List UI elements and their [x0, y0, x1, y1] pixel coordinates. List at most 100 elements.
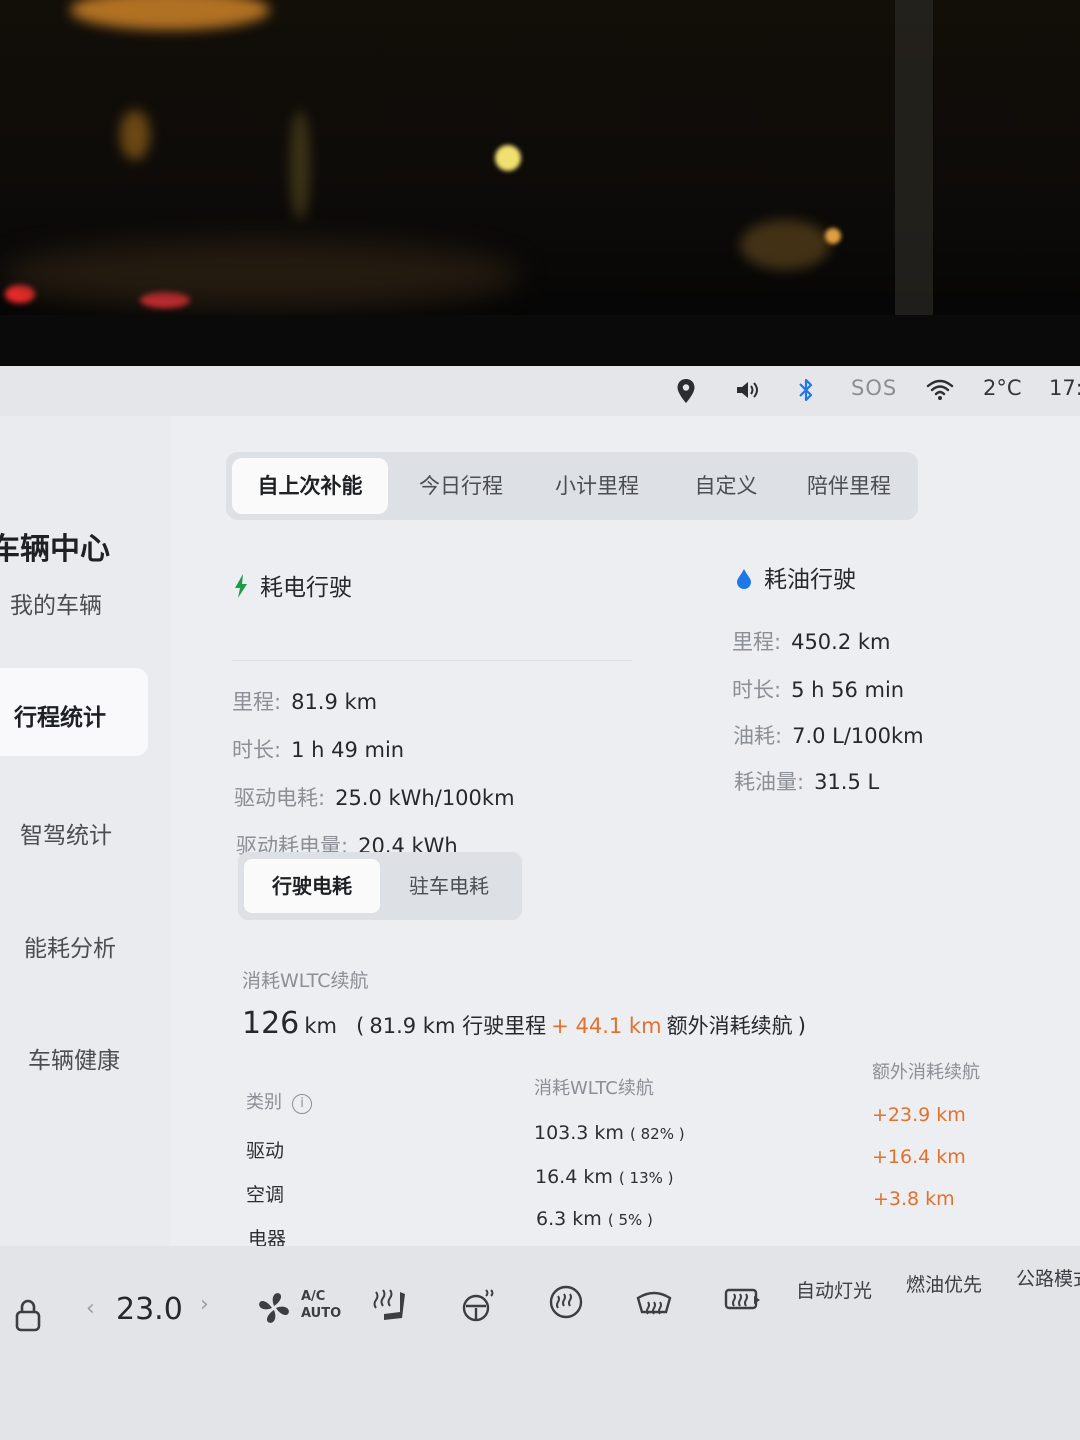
tab-subtotal[interactable]: 小计里程 [532, 458, 662, 514]
label: 油耗: [733, 724, 783, 748]
open-paren: ( [356, 1014, 365, 1038]
wltc-extra-value: + 44.1 km [551, 1014, 662, 1038]
outside-temperature: 2°C [983, 376, 1022, 400]
page-title: 车辆中心 [0, 532, 110, 567]
label: 驱动电耗: [234, 786, 326, 810]
rear-defrost-icon[interactable] [722, 1282, 762, 1322]
steering-wheel-heat-icon[interactable] [460, 1286, 496, 1330]
auto-headlights-button[interactable]: 自动灯光 [796, 1276, 872, 1303]
wltc-unit: km [304, 1014, 337, 1038]
table-row-appliance-extra: +3.8 km [873, 1188, 955, 1210]
wltc-percent: ( 5% ) [607, 1211, 653, 1229]
cabin-temperature: 23.0 [116, 1292, 183, 1327]
sidebar-item-vehicle-health[interactable]: 车辆健康 [28, 1041, 120, 1075]
sos-button[interactable]: SOS [851, 376, 897, 400]
sidebar-item-trip-stats[interactable]: 行程统计 [0, 668, 148, 756]
fuel-amount-used: 耗油量: 31.5 L [734, 766, 879, 796]
volume-icon[interactable] [735, 380, 761, 405]
value: 450.2 km [791, 630, 891, 654]
value: 1 h 49 min [291, 738, 405, 762]
front-defrost-icon[interactable] [634, 1290, 674, 1328]
value: 31.5 L [814, 770, 880, 794]
label: 时长: [732, 678, 782, 702]
wltc-total: 126 [242, 1006, 300, 1041]
wltc-value: 16.4 km [535, 1166, 613, 1188]
label: 里程: [232, 690, 282, 714]
info-icon[interactable]: i [292, 1094, 312, 1114]
tab-driving-consumption[interactable]: 行驶电耗 [244, 859, 380, 913]
car-display: SOS 2°C 17: 车辆中心 我的车辆 行程统计 智驾统计 能耗分析 车辆健… [0, 366, 1080, 1440]
ac-auto-button[interactable]: A/C AUTO [301, 1288, 341, 1322]
sidebar: 车辆中心 我的车辆 行程统计 智驾统计 能耗分析 车辆健康 [0, 416, 170, 1286]
period-tabs: 自上次补能 今日行程 小计里程 自定义 陪伴里程 [226, 452, 918, 520]
lock-icon[interactable] [14, 1298, 42, 1336]
wltc-label: 消耗WLTC续航 [242, 970, 369, 992]
tab-today[interactable]: 今日行程 [396, 458, 526, 514]
clock: 17: [1049, 376, 1080, 400]
fuel-section-title: 耗油行驶 [736, 560, 856, 596]
wltc-value: 103.3 km [534, 1122, 624, 1144]
electric-mileage: 里程: 81.9 km [232, 686, 377, 716]
status-bar: SOS 2°C 17: [0, 366, 1080, 416]
fuel-duration: 时长: 5 h 56 min [732, 674, 904, 704]
header-text: 类别 [246, 1092, 282, 1113]
temp-down-button[interactable]: ‹ [86, 1296, 95, 1321]
table-row-ac-wltc: 16.4 km ( 13% ) [535, 1166, 674, 1188]
value: 7.0 L/100km [792, 724, 924, 748]
sidebar-item-smart-driving-stats[interactable]: 智驾统计 [20, 816, 112, 850]
value: 25.0 kWh/100km [335, 786, 515, 810]
electric-title-text: 耗电行驶 [260, 575, 352, 601]
label: 里程: [732, 630, 782, 654]
section-divider [232, 660, 632, 661]
consumption-subtabs: 行驶电耗 驻车电耗 [238, 852, 522, 920]
table-row-ac-extra: +16.4 km [872, 1146, 966, 1168]
tab-parking-consumption[interactable]: 驻车电耗 [382, 859, 516, 913]
fuel-mileage: 里程: 450.2 km [732, 626, 891, 656]
ac-label: A/C [301, 1289, 326, 1304]
table-header-extra: 额外消耗续航 [872, 1062, 980, 1083]
tab-companion[interactable]: 陪伴里程 [786, 458, 912, 514]
electric-duration: 时长: 1 h 49 min [232, 734, 404, 764]
climate-control-bar: ‹ 23.0 › A/C AUTO 自动灯光 燃油优先 公路模式 [0, 1246, 1080, 1440]
fuel-consumption-rate: 油耗: 7.0 L/100km [733, 720, 924, 750]
wltc-extra-label: 额外消耗续航 [666, 1014, 793, 1038]
label: 时长: [232, 738, 282, 762]
highway-mode-button[interactable]: 公路模式 [1016, 1264, 1080, 1291]
seat-heat-icon[interactable] [372, 1286, 408, 1330]
table-row-drive-extra: +23.9 km [872, 1104, 966, 1126]
seat-ventilation-icon[interactable] [548, 1284, 584, 1324]
wltc-value: 6.3 km [536, 1208, 602, 1230]
tab-since-last-charge[interactable]: 自上次补能 [232, 458, 388, 514]
fuel-title-text: 耗油行驶 [764, 567, 856, 593]
bluetooth-icon[interactable] [796, 377, 816, 408]
table-header-category: 类别 i [246, 1088, 312, 1114]
table-row-drive-wltc: 103.3 km ( 82% ) [534, 1122, 685, 1144]
wltc-driving: 81.9 km 行驶里程 [369, 1014, 547, 1038]
sidebar-item-my-vehicle[interactable]: 我的车辆 [10, 586, 102, 620]
table-row-ac-category: 空调 [246, 1184, 285, 1206]
value: 5 h 56 min [791, 678, 905, 702]
sidebar-item-energy-analysis[interactable]: 能耗分析 [24, 929, 116, 963]
close-paren: ) [797, 1014, 806, 1038]
fan-icon[interactable] [254, 1288, 294, 1332]
label: 耗油量: [734, 770, 805, 794]
wltc-percent: ( 82% ) [630, 1125, 685, 1143]
electric-consumption-rate: 驱动电耗: 25.0 kWh/100km [234, 782, 515, 812]
trip-stats-panel: 自上次补能 今日行程 小计里程 自定义 陪伴里程 耗电行驶 里程: 81.9 km… [170, 416, 1080, 1286]
table-header-wltc: 消耗WLTC续航 [534, 1078, 654, 1099]
wltc-summary: 126 km ( 81.9 km 行驶里程 + 44.1 km 额外消耗续航 ) [242, 1006, 806, 1041]
value: 81.9 km [291, 690, 378, 714]
lightning-icon [234, 574, 248, 604]
temp-up-button[interactable]: › [200, 1292, 209, 1317]
location-icon [676, 378, 696, 409]
wifi-icon [926, 379, 954, 406]
background-night-scene [0, 0, 1080, 330]
electric-section-title: 耗电行驶 [234, 568, 352, 604]
tab-custom[interactable]: 自定义 [666, 458, 786, 514]
wltc-percent: ( 13% ) [618, 1169, 674, 1187]
table-row-drive-category: 驱动 [246, 1140, 285, 1162]
auto-label: AUTO [301, 1306, 342, 1321]
fuel-drop-icon [736, 568, 752, 596]
table-row-appliance-wltc: 6.3 km ( 5% ) [536, 1208, 653, 1230]
fuel-priority-button[interactable]: 燃油优先 [906, 1270, 982, 1297]
